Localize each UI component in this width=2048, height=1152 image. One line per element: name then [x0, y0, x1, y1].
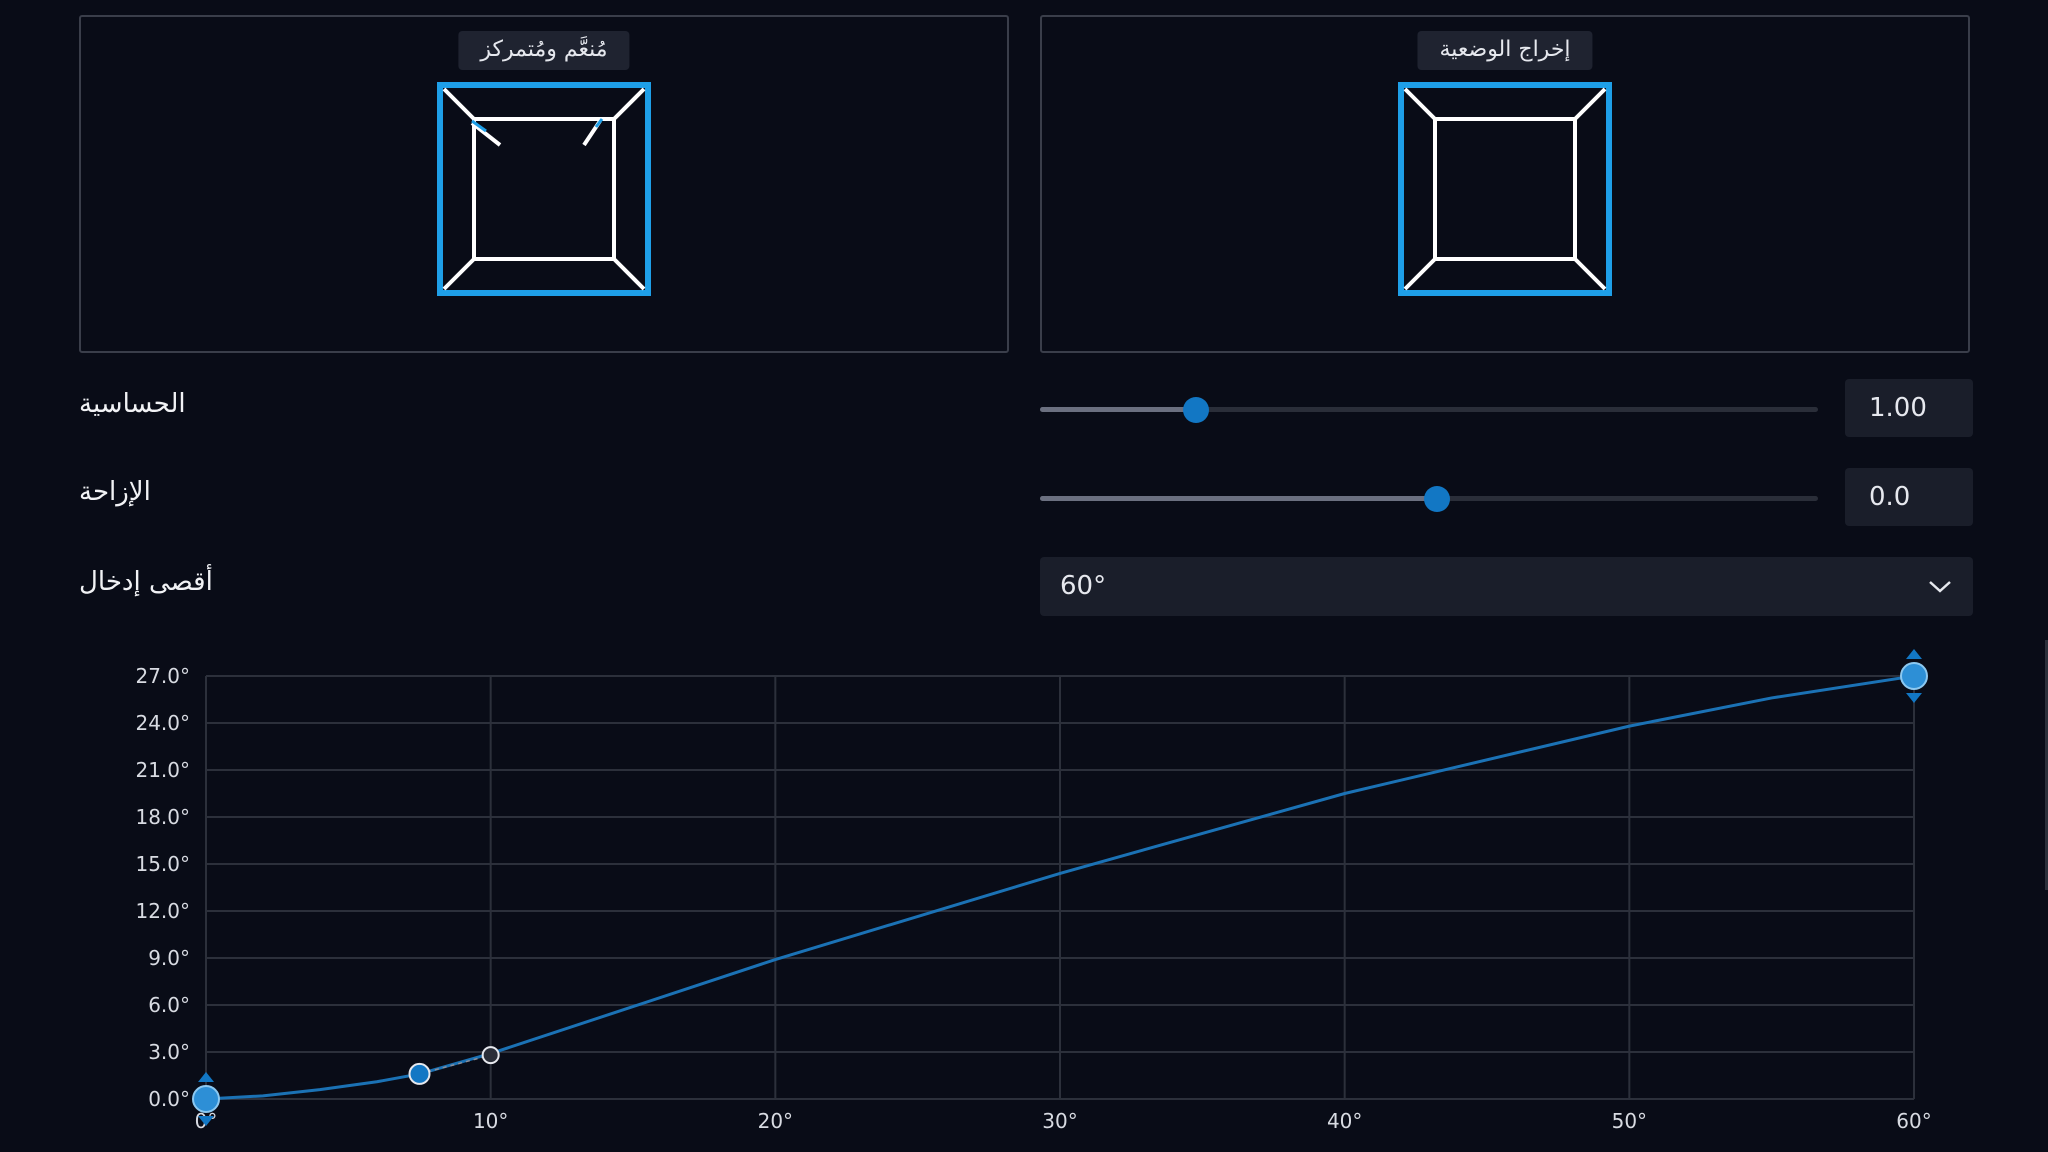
offset-slider[interactable]	[1040, 478, 1818, 518]
sensitivity-slider[interactable]	[1040, 389, 1818, 429]
sensitivity-label: الحساسية	[79, 389, 186, 419]
offset-value-input[interactable]: 0.0	[1845, 468, 1973, 526]
pose-cube-preview	[1398, 82, 1612, 296]
offset-slider-thumb[interactable]	[1423, 486, 1450, 512]
pose-output-panel: إخراج الوضعية	[1040, 15, 1970, 353]
curve-endpoint[interactable]	[192, 1085, 220, 1113]
sensitivity-value-input[interactable]: 1.00	[1845, 379, 1973, 437]
y-tick-label: 21.0°	[135, 758, 190, 782]
x-tick-label: 60°	[1896, 1109, 1931, 1133]
smoothed-cube-preview	[437, 82, 651, 296]
pose-output-title: إخراج الوضعية	[1417, 31, 1593, 70]
smoothed-preview-title: مُنعَّم ومُتمركز	[458, 31, 630, 70]
y-tick-label: 6.0°	[148, 993, 190, 1017]
y-tick-label: 3.0°	[148, 1040, 190, 1064]
max-input-selected-value: 60°	[1060, 571, 1107, 601]
y-tick-label: 15.0°	[135, 852, 190, 876]
endpoint-up-arrow	[1906, 649, 1922, 659]
curve-control-point[interactable]	[481, 1046, 500, 1065]
offset-label: الإزاحة	[79, 477, 151, 507]
endpoint-down-arrow	[1906, 693, 1922, 703]
endpoint-up-arrow	[198, 1072, 214, 1082]
response-curve-chart[interactable]: 0°10°20°30°40°50°60°0.0°3.0°6.0°9.0°12.0…	[0, 640, 2048, 1152]
y-tick-label: 27.0°	[135, 664, 190, 688]
y-tick-label: 18.0°	[135, 805, 190, 829]
y-tick-label: 9.0°	[148, 946, 190, 970]
x-tick-label: 30°	[1042, 1109, 1077, 1133]
x-tick-label: 10°	[473, 1109, 508, 1133]
y-tick-label: 12.0°	[135, 899, 190, 923]
y-tick-label: 0.0°	[148, 1087, 190, 1111]
curve-handle-point[interactable]	[408, 1062, 431, 1085]
max-input-label: أقصى إدخال	[79, 567, 213, 597]
smoothed-preview-panel: مُنعَّم ومُتمركز	[79, 15, 1009, 353]
x-tick-label: 50°	[1612, 1109, 1647, 1133]
sensitivity-slider-fill	[1040, 407, 1196, 412]
y-tick-label: 24.0°	[135, 711, 190, 735]
sensitivity-slider-thumb[interactable]	[1182, 397, 1209, 423]
x-tick-label: 20°	[758, 1109, 793, 1133]
offset-slider-fill	[1040, 496, 1437, 501]
chevron-down-icon	[1929, 581, 1951, 593]
curve-endpoint[interactable]	[1900, 662, 1928, 690]
x-tick-label: 40°	[1327, 1109, 1362, 1133]
max-input-dropdown[interactable]: 60°	[1040, 557, 1973, 616]
